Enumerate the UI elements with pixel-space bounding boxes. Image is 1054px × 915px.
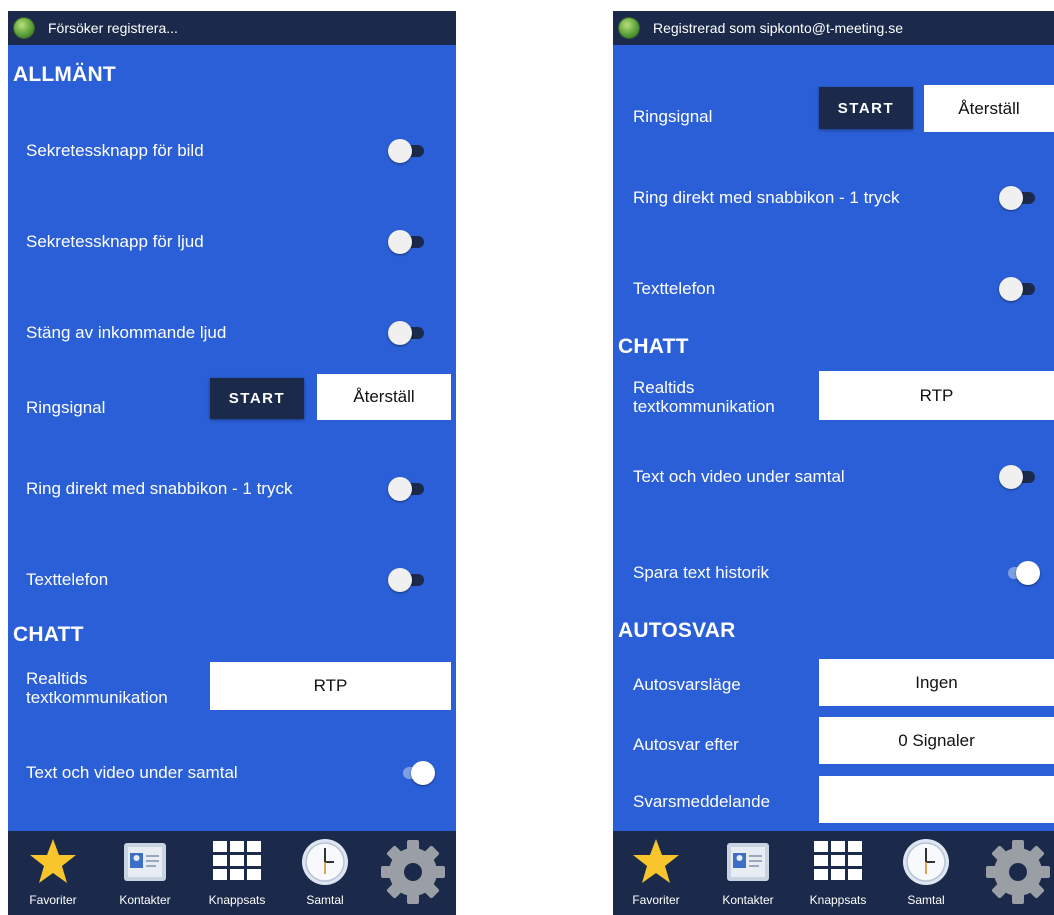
mute-incoming-toggle[interactable] xyxy=(388,319,426,345)
privacy-video-toggle[interactable] xyxy=(388,137,426,163)
gear-icon xyxy=(381,840,445,904)
nav-label-contacts: Kontakter xyxy=(119,893,171,907)
settings-screen-left: Försöker registrera... ALLMÄNT Sekretess… xyxy=(8,11,456,915)
status-bar: Försöker registrera... xyxy=(8,11,456,45)
nav-keypad[interactable]: Knappsats xyxy=(797,831,879,915)
autoanswer-after-select[interactable]: 0 Signaler xyxy=(819,717,1054,764)
keypad-icon xyxy=(814,841,862,880)
clock-icon xyxy=(302,839,348,885)
nav-contacts[interactable]: Kontakter xyxy=(104,831,186,915)
app-logo-icon xyxy=(14,18,34,38)
nav-calls[interactable]: Samtal xyxy=(889,831,963,915)
text-video-toggle[interactable] xyxy=(397,759,435,785)
ringtone-start-button[interactable]: START xyxy=(210,378,304,419)
nav-settings[interactable] xyxy=(977,831,1054,915)
label-text-video: Text och video under samtal xyxy=(633,467,845,486)
registration-status: Försöker registrera... xyxy=(48,20,178,36)
label-rtt: Realtids textkommunikation xyxy=(633,378,775,416)
section-title-autosvar: AUTOSVAR xyxy=(618,619,736,642)
label-reply-message: Svarsmeddelande xyxy=(633,792,771,811)
bottom-nav: Favoriter Kontakter Knappsats Samtal xyxy=(8,831,456,915)
label-quick-dial: Ring direkt med snabbikon - 1 tryck xyxy=(26,479,293,498)
ringtone-reset-button[interactable]: Återställ xyxy=(317,374,451,420)
save-history-toggle[interactable] xyxy=(1002,559,1040,585)
text-phone-toggle[interactable] xyxy=(999,275,1037,301)
contact-card-icon xyxy=(727,843,769,881)
gear-icon xyxy=(986,840,1050,904)
label-rtt: Realtids textkommunikation xyxy=(26,669,168,707)
nav-favorites[interactable]: Favoriter xyxy=(617,831,695,915)
label-ringtone: Ringsignal xyxy=(633,107,713,126)
rtt-select[interactable]: RTP xyxy=(819,371,1054,420)
text-phone-toggle[interactable] xyxy=(388,566,426,592)
quick-dial-toggle[interactable] xyxy=(999,184,1037,210)
nav-favorites[interactable]: Favoriter xyxy=(14,831,92,915)
label-privacy-audio: Sekretessknapp för ljud xyxy=(26,232,204,251)
ringtone-start-button[interactable]: START xyxy=(819,87,913,129)
nav-keypad[interactable]: Knappsats xyxy=(196,831,278,915)
contact-card-icon xyxy=(124,843,166,881)
rtt-select[interactable]: RTP xyxy=(210,662,451,710)
text-video-toggle[interactable] xyxy=(999,463,1037,489)
nav-label-favorites: Favoriter xyxy=(29,893,77,907)
app-logo-icon xyxy=(619,18,639,38)
label-ringtone: Ringsignal xyxy=(26,398,106,417)
status-bar: Registrerad som sipkonto@t-meeting.se xyxy=(613,11,1054,45)
autoanswer-mode-select[interactable]: Ingen xyxy=(819,659,1054,706)
nav-settings[interactable] xyxy=(372,831,452,915)
settings-list: ALLMÄNT Sekretessknapp för bild Sekretes… xyxy=(8,45,456,831)
privacy-audio-toggle[interactable] xyxy=(388,228,426,254)
label-privacy-video: Sekretessknapp för bild xyxy=(26,141,204,160)
label-save-history: Spara text historik xyxy=(633,563,770,582)
nav-label-calls: Samtal xyxy=(306,893,344,907)
nav-label-contacts: Kontakter xyxy=(722,893,774,907)
star-icon xyxy=(30,839,76,883)
label-mute-incoming: Stäng av inkommande ljud xyxy=(26,323,227,342)
bottom-nav: Favoriter Kontakter Knappsats Samtal xyxy=(613,831,1054,915)
nav-label-keypad: Knappsats xyxy=(809,893,867,907)
label-text-phone: Texttelefon xyxy=(26,570,109,589)
star-icon xyxy=(633,839,679,883)
nav-contacts[interactable]: Kontakter xyxy=(707,831,789,915)
label-autoanswer-after: Autosvar efter xyxy=(633,735,739,754)
settings-screen-right: Registrerad som sipkonto@t-meeting.se Ri… xyxy=(613,11,1054,915)
section-title-chatt: CHATT xyxy=(13,623,84,646)
registration-status: Registrerad som sipkonto@t-meeting.se xyxy=(653,20,903,36)
label-autoanswer-mode: Autosvarsläge xyxy=(633,675,741,694)
section-title-chatt: CHATT xyxy=(618,335,689,358)
nav-calls[interactable]: Samtal xyxy=(288,831,362,915)
nav-label-favorites: Favoriter xyxy=(632,893,680,907)
label-quick-dial: Ring direkt med snabbikon - 1 tryck xyxy=(633,188,900,207)
label-text-video: Text och video under samtal xyxy=(26,763,238,782)
nav-label-calls: Samtal xyxy=(907,893,945,907)
settings-list: Ringsignal START Återställ Ring direkt m… xyxy=(613,45,1054,831)
label-text-phone: Texttelefon xyxy=(633,279,716,298)
keypad-icon xyxy=(213,841,261,880)
clock-icon xyxy=(903,839,949,885)
reply-message-input[interactable] xyxy=(819,776,1054,823)
nav-label-keypad: Knappsats xyxy=(208,893,266,907)
section-title-allmant: ALLMÄNT xyxy=(13,63,116,86)
quick-dial-toggle[interactable] xyxy=(388,475,426,501)
ringtone-reset-button[interactable]: Återställ xyxy=(924,85,1054,132)
